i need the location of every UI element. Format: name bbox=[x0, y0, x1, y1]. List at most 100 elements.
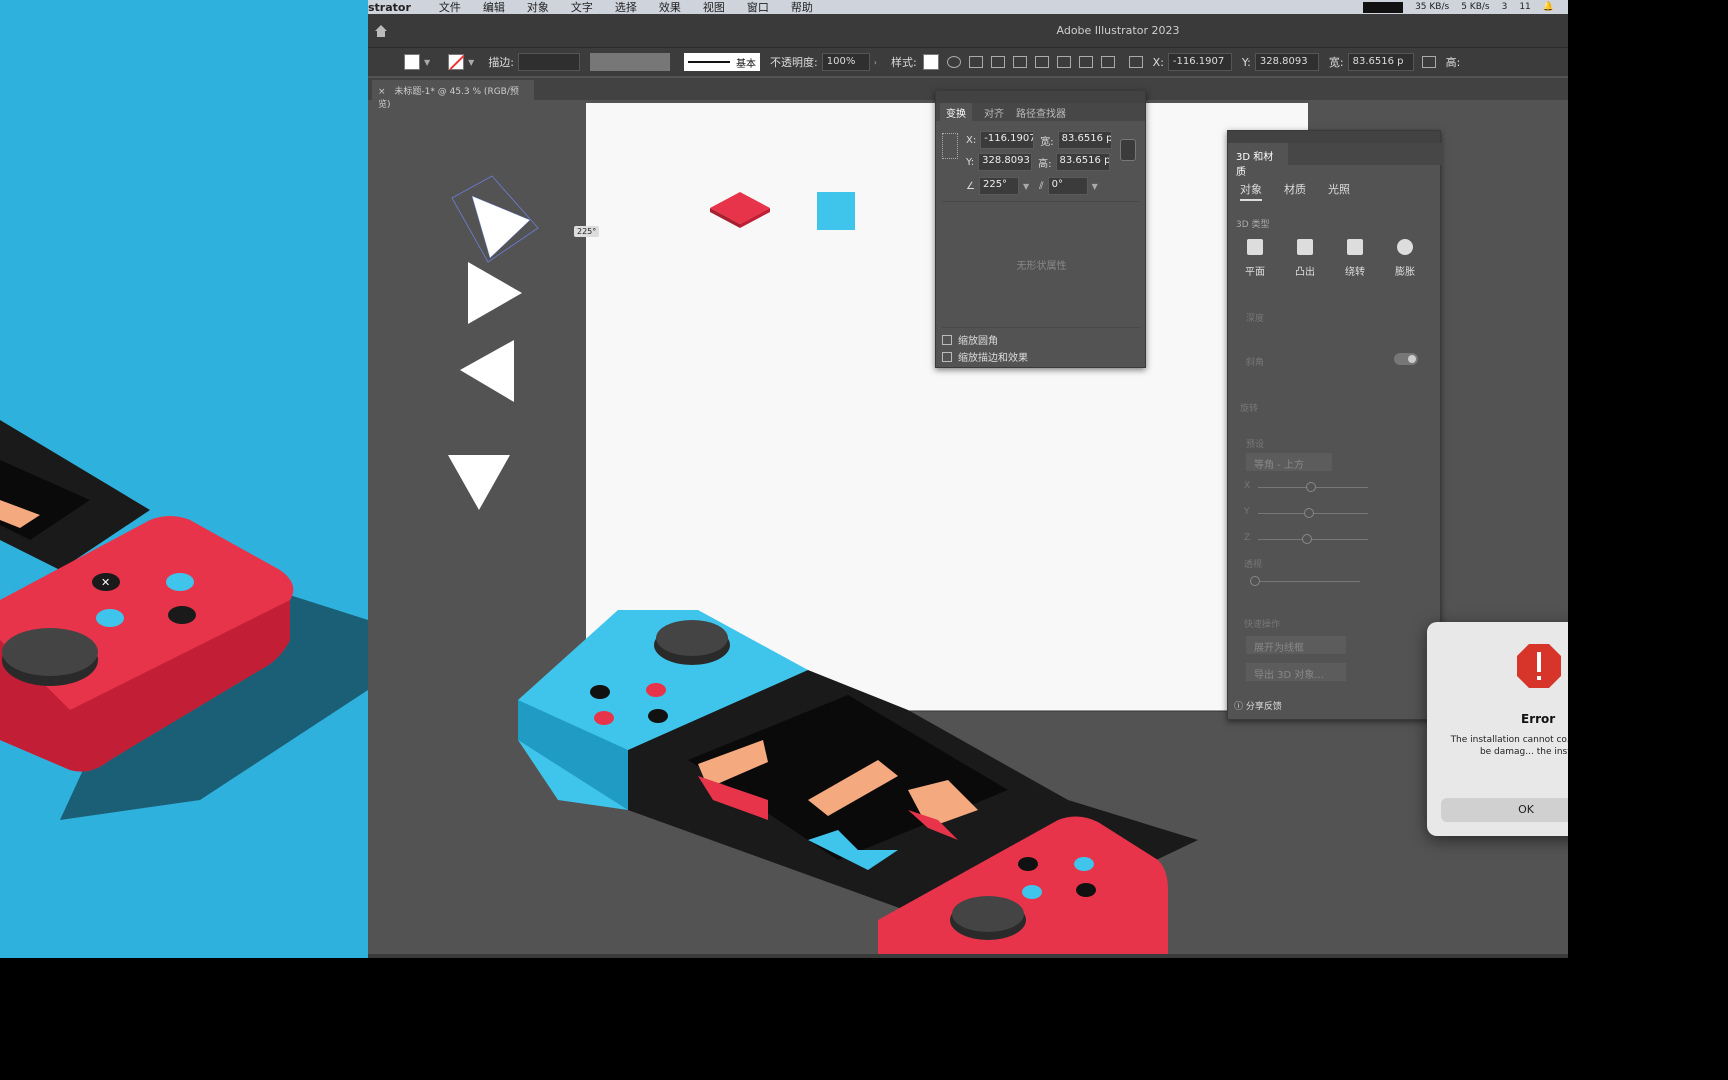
3d-materials-panel: 3D 和材质 对象 材质 光照 3D 类型 平面 凸出 绕转 膨胀 深度 斜角 … bbox=[1227, 130, 1442, 720]
tab-lighting[interactable]: 光照 bbox=[1328, 181, 1350, 201]
menu-app-name[interactable]: strator bbox=[368, 1, 411, 14]
w-field[interactable]: 83.6516 p bbox=[1057, 131, 1112, 149]
qq-count[interactable]: 11 bbox=[1519, 2, 1530, 12]
x-label: X: bbox=[1152, 55, 1164, 69]
scale-strokes-checkbox[interactable] bbox=[942, 351, 952, 362]
tab-align[interactable]: 对齐 bbox=[984, 105, 1004, 120]
y-label: Y: bbox=[1241, 55, 1251, 69]
opacity-label: 不透明度: bbox=[770, 56, 818, 69]
svg-text:✕: ✕ bbox=[101, 576, 110, 589]
triangle-right[interactable] bbox=[468, 262, 522, 324]
extrude-icon bbox=[1297, 239, 1313, 255]
link-icon[interactable] bbox=[1421, 56, 1436, 68]
opacity-field[interactable]: 100% bbox=[821, 53, 870, 71]
stroke-weight-field[interactable] bbox=[518, 53, 581, 71]
y-field[interactable]: 328.8093 bbox=[978, 153, 1033, 171]
menu-type[interactable]: 文字 bbox=[571, 0, 593, 15]
align-right-icon[interactable] bbox=[1034, 56, 1049, 68]
stroke-label: 描边: bbox=[488, 56, 515, 69]
x-field[interactable]: -116.1907 bbox=[1167, 53, 1232, 71]
menu-file[interactable]: 文件 bbox=[439, 0, 461, 15]
triangle-left[interactable] bbox=[460, 340, 514, 402]
wechat-count[interactable]: 3 bbox=[1502, 2, 1508, 12]
3d-panel-title[interactable]: 3D 和材质 bbox=[1228, 143, 1288, 178]
red-tile[interactable] bbox=[710, 192, 770, 224]
align-top-icon[interactable] bbox=[1056, 56, 1071, 68]
perspective-slider[interactable] bbox=[1250, 576, 1360, 586]
reference-point-icon[interactable] bbox=[942, 133, 958, 159]
rotate-x-slider[interactable] bbox=[1258, 482, 1368, 492]
rotation-tooltip: 225° bbox=[574, 226, 600, 237]
export-3d-button[interactable]: 导出 3D 对象... bbox=[1246, 663, 1346, 681]
type-revolve[interactable]: 绕转 bbox=[1342, 239, 1368, 278]
axis-x-label: X bbox=[1244, 481, 1251, 491]
type-plane-label: 平面 bbox=[1245, 267, 1265, 278]
preset-dropdown[interactable]: 等角 - 上方 bbox=[1246, 453, 1332, 471]
stroke-swatch[interactable] bbox=[448, 54, 465, 70]
style-swatch[interactable] bbox=[922, 54, 939, 70]
shear-field[interactable]: 0° bbox=[1047, 177, 1088, 195]
chevron-right-icon[interactable]: › bbox=[874, 58, 877, 67]
menu-help[interactable]: 帮助 bbox=[791, 0, 813, 15]
transform-icon[interactable] bbox=[968, 56, 983, 68]
align-center-icon[interactable] bbox=[1012, 56, 1027, 68]
align-bottom-icon[interactable] bbox=[1100, 56, 1115, 68]
close-icon[interactable]: × bbox=[378, 87, 386, 97]
scale-corners-checkbox[interactable] bbox=[942, 334, 952, 345]
h-field[interactable]: 83.6516 p bbox=[1055, 153, 1110, 171]
reference-console-illustration: ✕ bbox=[0, 420, 368, 820]
chevron-down-icon[interactable]: ▼ bbox=[1023, 182, 1029, 191]
window-title: Adobe Illustrator 2023 bbox=[1056, 24, 1180, 37]
tab-object[interactable]: 对象 bbox=[1240, 181, 1262, 201]
error-icon bbox=[1517, 644, 1561, 688]
bevel-toggle[interactable] bbox=[1394, 353, 1418, 365]
tab-transform[interactable]: 变换 bbox=[940, 102, 972, 122]
chevron-down-icon[interactable]: ▼ bbox=[1092, 182, 1098, 191]
brush-definition[interactable]: 基本 bbox=[684, 53, 761, 71]
bell-icon[interactable]: 🔔 bbox=[1543, 2, 1554, 12]
chevron-down-icon[interactable]: ▼ bbox=[424, 58, 430, 67]
rotate-z-slider[interactable] bbox=[1258, 534, 1368, 544]
fill-swatch[interactable] bbox=[404, 54, 420, 70]
tab-materials[interactable]: 材质 bbox=[1284, 181, 1306, 201]
menu-view[interactable]: 视图 bbox=[703, 0, 725, 15]
variable-width-profile[interactable] bbox=[590, 53, 671, 71]
w-field[interactable]: 83.6516 p bbox=[1347, 53, 1414, 71]
rotate-y-slider[interactable] bbox=[1258, 508, 1368, 518]
app-titlebar: Adobe Illustrator 2023 bbox=[368, 14, 1568, 48]
constrain-link-icon[interactable] bbox=[1120, 139, 1136, 161]
chevron-down-icon[interactable]: ▼ bbox=[468, 58, 474, 67]
reference-point-icon[interactable] bbox=[1128, 56, 1143, 68]
type-extrude[interactable]: 凸出 bbox=[1292, 239, 1318, 278]
x-field[interactable]: -116.1907 bbox=[980, 131, 1035, 149]
menu-object[interactable]: 对象 bbox=[527, 0, 549, 15]
type-plane[interactable]: 平面 bbox=[1242, 239, 1268, 278]
triangle-down[interactable] bbox=[448, 455, 510, 510]
ok-button[interactable]: OK bbox=[1441, 798, 1568, 822]
recolor-icon[interactable] bbox=[946, 56, 961, 68]
document-tab[interactable]: × 未标题-1* @ 45.3 % (RGB/预览) bbox=[372, 80, 534, 110]
type-inflate[interactable]: 膨胀 bbox=[1392, 239, 1418, 278]
align-middle-icon[interactable] bbox=[1078, 56, 1093, 68]
panel-drag-handle[interactable] bbox=[1228, 131, 1440, 143]
h-label: 高: bbox=[1445, 56, 1461, 69]
tab-pathfinder[interactable]: 路径查找器 bbox=[1016, 105, 1066, 120]
expand-wireframe-button[interactable]: 展开为线框 bbox=[1246, 636, 1346, 654]
menu-effect[interactable]: 效果 bbox=[659, 0, 681, 15]
bottom-letterbox bbox=[0, 958, 1568, 980]
menu-edit[interactable]: 编辑 bbox=[483, 0, 505, 15]
tray-status-block bbox=[1363, 1, 1404, 13]
cyan-square[interactable] bbox=[817, 192, 855, 230]
angle-field[interactable]: 225° bbox=[978, 177, 1019, 195]
selected-triangle[interactable] bbox=[451, 175, 539, 263]
transform-panel: 变换 对齐 路径查找器 X: -116.1907 宽: 83.6516 p Y:… bbox=[935, 90, 1146, 368]
menu-window[interactable]: 窗口 bbox=[747, 0, 769, 15]
panel-drag-handle[interactable] bbox=[936, 91, 1145, 103]
share-feedback-link[interactable]: 分享反馈 bbox=[1246, 702, 1282, 712]
align-left-icon[interactable] bbox=[990, 56, 1005, 68]
control-bar: ▼ ▼ 描边: 基本 不透明度: 100% › 样式: X: -116.1907… bbox=[368, 48, 1568, 76]
y-field[interactable]: 328.8093 bbox=[1254, 53, 1319, 71]
3d-type-options: 平面 凸出 绕转 膨胀 bbox=[1242, 239, 1418, 278]
rotation-section-heading[interactable]: 旋转 bbox=[1240, 401, 1258, 414]
menu-select[interactable]: 选择 bbox=[615, 0, 637, 15]
